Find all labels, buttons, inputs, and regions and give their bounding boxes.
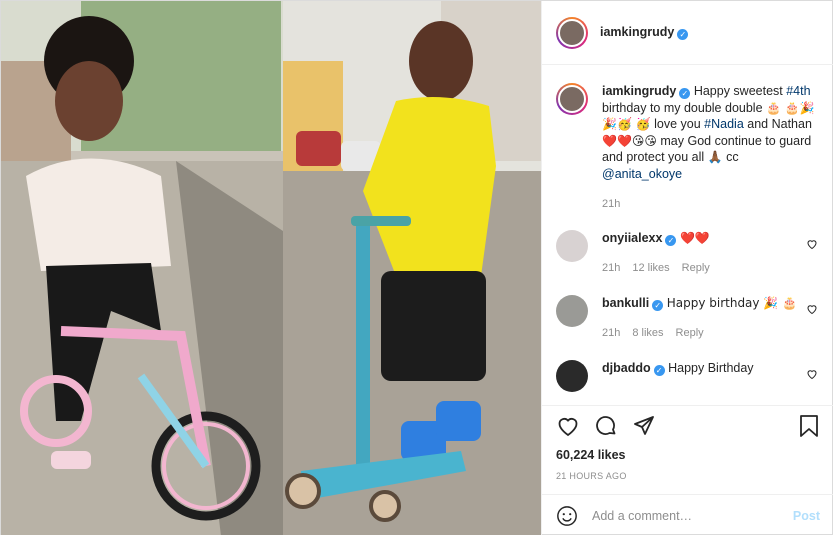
reply-button[interactable]: Reply — [676, 325, 704, 342]
mention-link[interactable]: @anita_okoye — [602, 167, 682, 181]
hashtag-link[interactable]: #Nadia — [704, 117, 744, 131]
comment-meta: 21h 12 likes Reply — [602, 260, 820, 277]
comment-username[interactable]: onyiialexx — [602, 231, 662, 245]
post-actions: 60,224 likes 21 HOURS AGO — [542, 405, 833, 495]
comment-text: Happy Birthday — [668, 360, 754, 375]
verified-badge-icon: ✓ — [665, 234, 677, 246]
author-avatar[interactable] — [556, 16, 588, 49]
heart-icon[interactable] — [556, 414, 580, 438]
like-count[interactable]: 60,224 likes — [556, 448, 820, 462]
caption-username[interactable]: iamkingrudy — [602, 84, 676, 98]
add-comment-bar: Add a comment… Post — [542, 494, 833, 535]
bookmark-icon[interactable] — [798, 414, 820, 438]
comment-time[interactable]: 21h — [602, 325, 620, 342]
caption-text: love you — [654, 117, 701, 131]
verified-badge-icon: ✓ — [652, 299, 664, 311]
heart-icon[interactable] — [806, 368, 818, 380]
comment-item: bankulli ✓ Happy birthday 🎉 🎂 21h 8 likes… — [556, 294, 820, 342]
action-icons — [556, 406, 820, 446]
posted-time[interactable]: 21 HOURS AGO — [556, 471, 820, 481]
author-username[interactable]: iamkingrudy — [600, 25, 674, 39]
post-header: iamkingrudy ✓ — [542, 1, 833, 65]
instagram-post-modal: iamkingrudy ✓ iamkingrudy ✓ Happy sweetest… — [0, 0, 833, 535]
comment-time[interactable]: 21h — [602, 260, 620, 277]
caption-text: birthday to my double double — [602, 100, 763, 115]
add-comment-input[interactable]: Add a comment… — [592, 509, 793, 523]
caption-text: cc — [726, 150, 739, 164]
comment-likes[interactable]: 12 likes — [632, 260, 669, 277]
smiley-icon[interactable] — [556, 505, 578, 527]
comment-body: onyiialexx ✓ ❤️❤️ 21h 12 likes Reply — [602, 230, 820, 277]
comment-username[interactable]: djbaddo — [602, 361, 651, 375]
verified-badge-icon: ✓ — [679, 88, 691, 99]
hashtag-link[interactable]: #4th — [786, 84, 810, 98]
comment-likes[interactable]: 8 likes — [632, 325, 663, 342]
share-icon[interactable] — [632, 414, 656, 438]
comment-icon[interactable] — [594, 414, 618, 438]
caption-time[interactable]: 21h — [602, 196, 620, 213]
caption-emoji: 🙏🏾 — [707, 150, 723, 164]
heart-icon[interactable] — [806, 238, 818, 250]
caption-meta: 21h — [602, 196, 820, 213]
post-side-panel: iamkingrudy ✓ iamkingrudy ✓ Happy sweetest… — [541, 1, 833, 535]
reply-button[interactable]: Reply — [682, 260, 710, 277]
verified-badge-icon: ✓ — [653, 364, 665, 376]
caption-avatar[interactable] — [556, 83, 588, 115]
caption: iamkingrudy ✓ Happy sweetest #4th birthda… — [556, 83, 820, 213]
comment-body: bankulli ✓ Happy birthday 🎉 🎂 21h 8 likes… — [602, 295, 820, 342]
comments-list[interactable]: iamkingrudy ✓ Happy sweetest #4th birthda… — [542, 65, 833, 405]
comment-text: Happy birthday 🎉 🎂 — [666, 295, 798, 310]
heart-icon[interactable] — [806, 303, 818, 315]
caption-text: and Nathan — [747, 117, 812, 131]
comment-item: djbaddo ✓ Happy Birthday — [556, 359, 820, 392]
post-comment-button[interactable]: Post — [793, 509, 820, 523]
comment-username[interactable]: bankulli — [602, 296, 649, 310]
caption-body: iamkingrudy ✓ Happy sweetest #4th birthda… — [602, 83, 820, 213]
comment-body: djbaddo ✓ Happy Birthday — [602, 360, 820, 392]
comment-avatar[interactable] — [556, 294, 588, 327]
comment-text: ❤️❤️ — [679, 230, 710, 245]
caption-emoji: ❤️❤️😘😘 — [602, 133, 657, 148]
post-photo[interactable] — [1, 1, 541, 535]
verified-badge-icon: ✓ — [677, 29, 689, 40]
comment-avatar[interactable] — [556, 229, 588, 262]
caption-text: Happy sweetest — [693, 84, 783, 98]
header-author-wrap: iamkingrudy ✓ — [600, 25, 689, 40]
comment-meta: 21h 8 likes Reply — [602, 325, 820, 342]
post-image — [1, 1, 541, 535]
comment-item: onyiialexx ✓ ❤️❤️ 21h 12 likes Reply — [556, 229, 820, 277]
comment-avatar[interactable] — [556, 359, 588, 392]
